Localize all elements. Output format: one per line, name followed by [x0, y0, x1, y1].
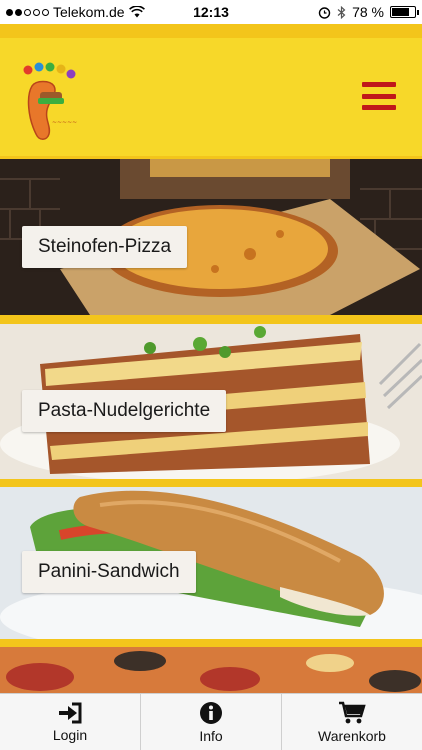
category-panini-sandwich[interactable]: Panini-Sandwich [0, 487, 422, 639]
category-steinofen-pizza[interactable]: Steinofen-Pizza [0, 159, 422, 315]
category-label: Panini-Sandwich [22, 551, 196, 593]
alarm-icon [318, 6, 331, 19]
status-right: 78 % [318, 4, 419, 20]
hamburger-icon-bar [362, 82, 396, 87]
hamburger-icon-bar [362, 93, 396, 99]
tab-label: Login [52, 726, 88, 743]
tab-warenkorb[interactable]: Warenkorb [282, 694, 422, 750]
battery-percent: 78 % [352, 4, 384, 20]
svg-text:~~~~~: ~~~~~ [52, 119, 77, 126]
pizza-toppings-image [0, 647, 422, 693]
tab-label: Info [199, 727, 223, 744]
footprint-logo[interactable]: ~~~~~ [18, 62, 80, 144]
bottom-tab-bar: Login Info Warenkorb [0, 693, 422, 750]
hamburger-icon-bar [362, 105, 396, 110]
hamburger-menu-button[interactable] [362, 82, 396, 110]
tab-label: Warenkorb [318, 727, 386, 744]
bluetooth-icon [337, 5, 346, 19]
tab-login[interactable]: Login [0, 694, 141, 750]
app-header: ~~~~~ [0, 38, 422, 156]
category-pizza-partial[interactable] [0, 647, 422, 693]
info-icon [200, 701, 222, 724]
battery-icon [390, 6, 419, 18]
login-icon [59, 702, 82, 723]
status-bar: Telekom.de 12:13 78 % [0, 0, 422, 24]
category-label: Steinofen-Pizza [22, 226, 188, 268]
category-label: Pasta-Nudelgerichte [22, 390, 227, 432]
category-pasta-nudelgerichte[interactable]: Pasta-Nudelgerichte [0, 324, 422, 479]
tab-info[interactable]: Info [141, 694, 282, 750]
cart-icon [339, 701, 366, 723]
